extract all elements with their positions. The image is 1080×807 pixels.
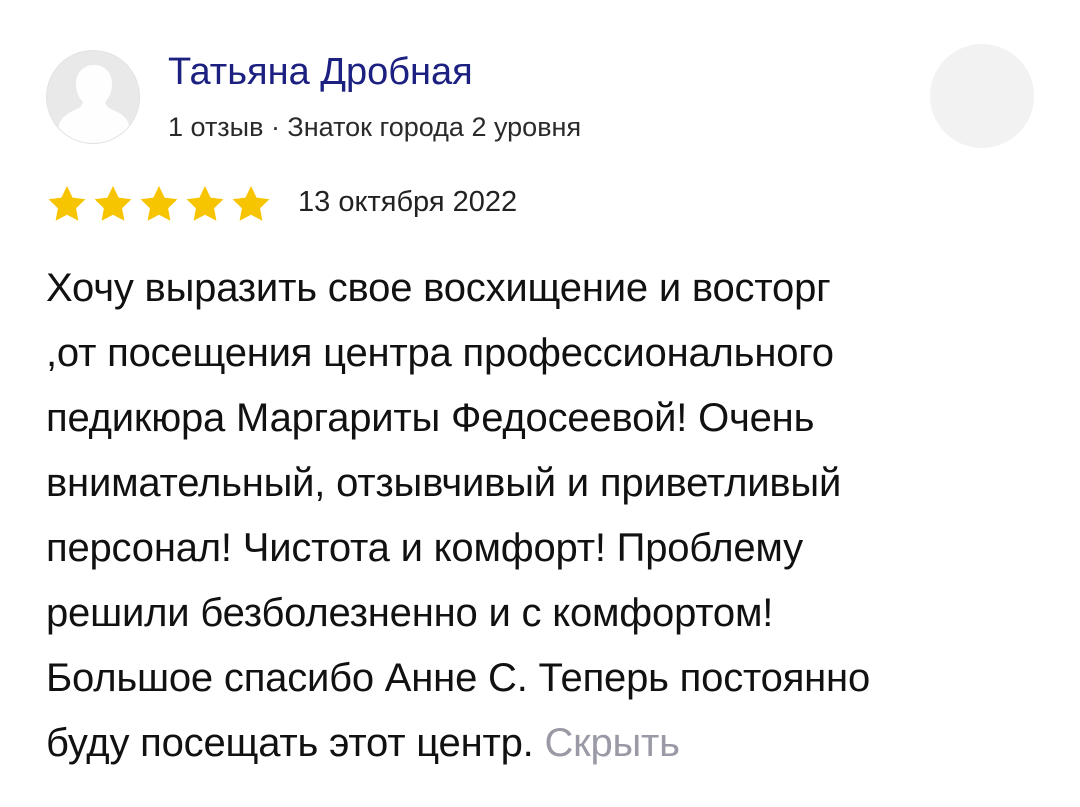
review-line: ,от посещения центра профессионального [46, 331, 834, 375]
review-line: Хочу выразить свое восхищение и восторг [46, 266, 831, 310]
person-silhouette-icon [47, 51, 139, 143]
rating-stars [44, 183, 274, 223]
review-line: педикюра Маргариты Федосеевой! Очень [46, 396, 815, 440]
review-line: персонал! Чистота и комфорт! Проблему [46, 526, 803, 570]
hide-link[interactable]: Скрыть [544, 721, 680, 765]
review-line: буду посещать этот центр. [46, 721, 534, 765]
review-line: Большое спасибо Анне С. Теперь постоянно [46, 656, 870, 700]
avatar[interactable] [46, 50, 140, 144]
review-line: внимательный, отзывчивый и приветливый [46, 461, 842, 505]
star-icon [48, 186, 86, 221]
star-icon [186, 186, 224, 221]
star-icon [232, 186, 270, 221]
author-name[interactable]: Татьяна Дробная [168, 48, 473, 96]
review-text: Хочу выразить свое восхищение и восторг … [46, 256, 1046, 776]
star-icon [140, 186, 178, 221]
subscribe-button[interactable] [930, 44, 1034, 148]
review-last-line: буду посещать этот центр. Скрыть [46, 711, 1046, 776]
author-meta: 1 отзыв · Знаток города 2 уровня [168, 112, 582, 142]
review-date: 13 октября 2022 [298, 186, 518, 218]
review-card: Татьяна Дробная 1 отзыв · Знаток города … [0, 0, 1080, 807]
review-line: решили безболезненно и с комфортом! [46, 591, 774, 635]
star-icon [94, 186, 132, 221]
